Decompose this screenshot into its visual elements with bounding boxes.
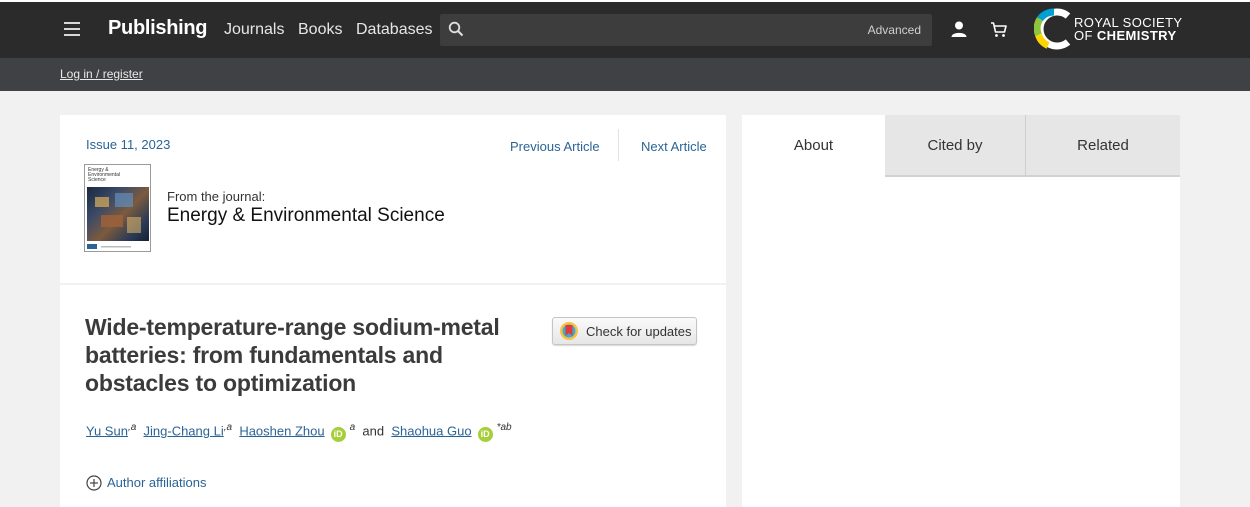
cart-icon[interactable] [990,21,1008,39]
check-for-updates-button[interactable]: Check for updates [552,317,697,345]
author-link[interactable]: Yu Sun [86,423,128,438]
rsc-logo-text[interactable]: ROYAL SOCIETY OF CHEMISTRY [1074,16,1183,42]
cover-title: Energy & Environmental Science [88,167,120,183]
nav-divider [618,129,619,161]
cover-artwork [87,187,149,241]
author-link[interactable]: Jing-Chang Li [144,423,224,438]
orcid-icon[interactable]: iD [477,427,493,443]
author-link[interactable]: Haoshen Zhou [239,423,324,438]
next-article-link[interactable]: Next Article [641,139,707,154]
author-affiliation-marker: a [349,422,356,433]
tab-related[interactable]: Related [1025,115,1180,177]
side-panel-tabs: About Cited by Related [742,115,1180,177]
tab-cited-by[interactable]: Cited by [885,115,1025,177]
and-label: and [362,423,385,439]
nav-databases[interactable]: Databases [356,21,433,39]
search-input[interactable] [474,18,854,42]
cover-footer-logo [87,244,131,249]
author-affiliations-toggle[interactable]: Author affiliations [86,475,207,491]
login-register-link[interactable]: Log in / register [60,67,143,81]
plus-circle-icon [86,475,102,491]
menu-icon[interactable] [64,22,80,36]
author-affiliations-label: Author affiliations [107,475,207,490]
sub-navigation-bar: Log in / register [0,58,1250,91]
author-link[interactable]: Shaohua Guo [391,423,471,438]
tab-about[interactable]: About [742,115,885,177]
orcid-icon[interactable]: iD [330,427,346,443]
author-list: Yu Sun,a Jing-Chang Li,a Haoshen Zhou iDa… [86,422,512,443]
author-affiliation-marker: ,a [127,422,137,433]
search-icon[interactable] [448,21,464,37]
publishing-brand[interactable]: Publishing [108,17,208,40]
journal-cover-image[interactable]: Energy & Environmental Science [84,164,151,252]
crossmark-icon [560,322,578,340]
check-for-updates-label: Check for updates [586,324,692,339]
rsc-logo-icon[interactable] [1034,8,1074,50]
nav-books[interactable]: Books [298,21,342,39]
top-edge-strip [0,0,1250,2]
user-icon[interactable] [950,20,968,38]
issue-link[interactable]: Issue 11, 2023 [86,137,170,152]
top-navigation-bar: Publishing Journals Books Databases Adva… [0,0,1250,58]
search-bar: Advanced [440,14,932,46]
nav-journals[interactable]: Journals [224,21,284,39]
journal-name-link[interactable]: Energy & Environmental Science [167,205,445,227]
previous-article-link[interactable]: Previous Article [510,139,600,154]
advanced-search-link[interactable]: Advanced [868,23,921,37]
article-title: Wide-temperature-range sodium-metal batt… [85,314,500,396]
from-journal-label: From the journal: [167,189,266,204]
author-affiliation-marker: *ab [496,422,512,433]
author-affiliation-marker: ,a [223,422,233,433]
